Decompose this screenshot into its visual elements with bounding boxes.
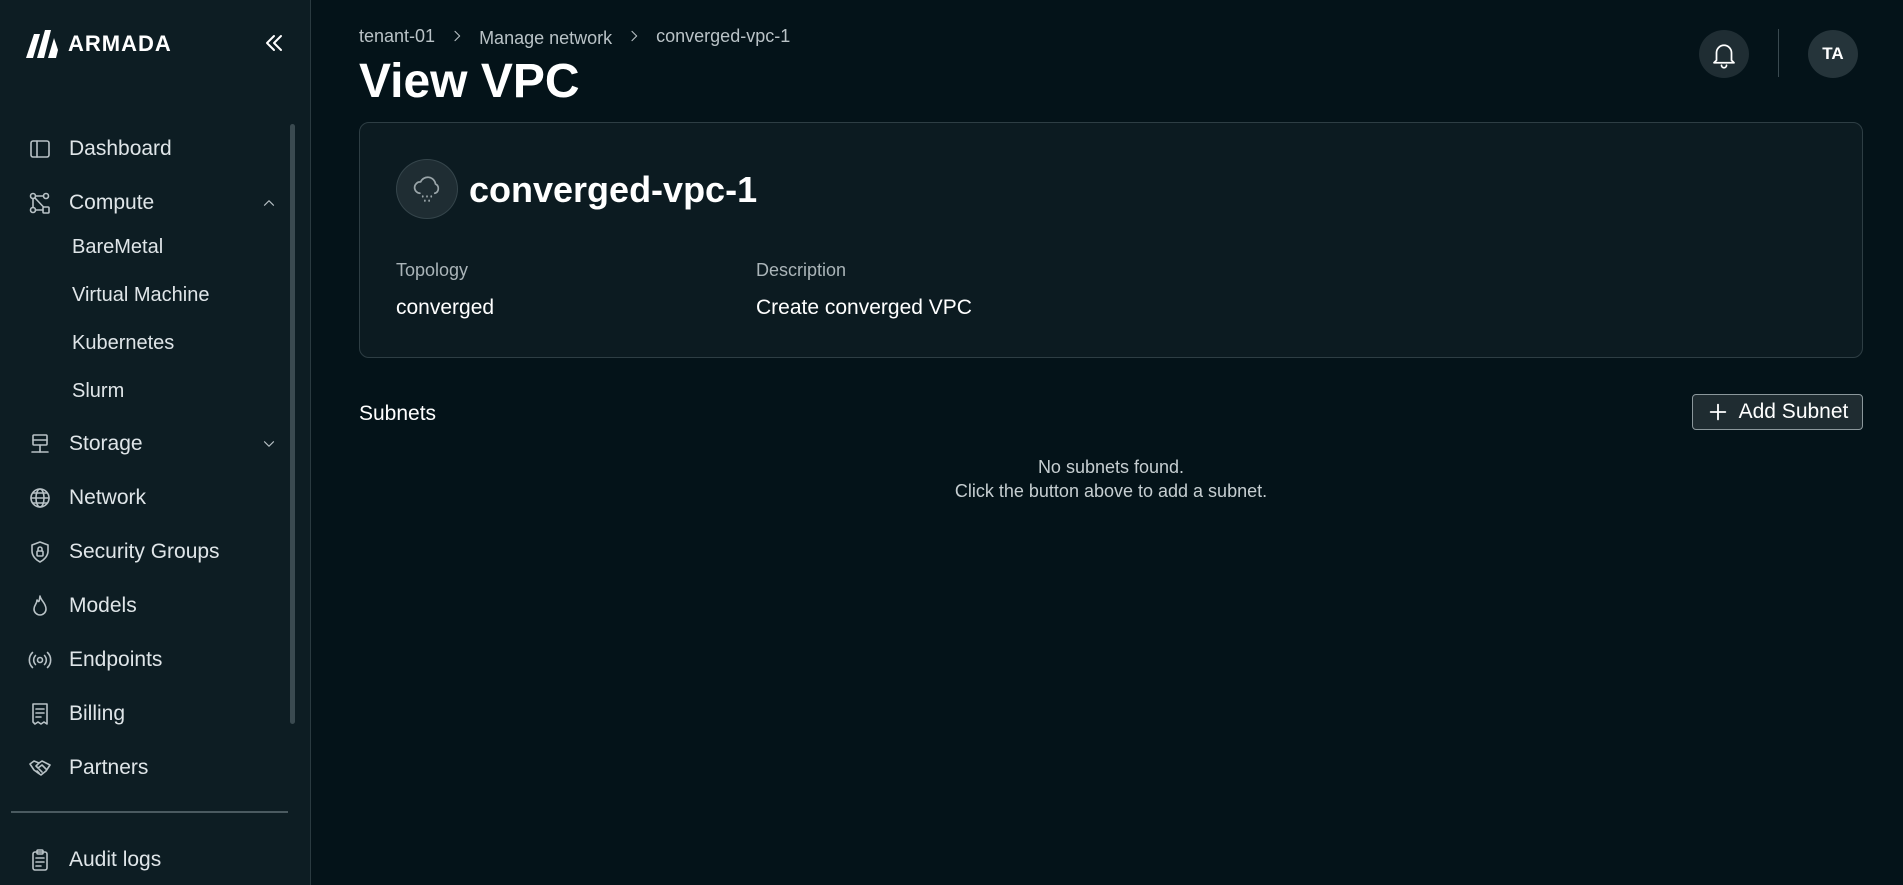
add-subnet-button[interactable]: Add Subnet [1692,394,1863,430]
sidebar-item-storage[interactable]: Storage [0,424,290,464]
sidebar: ARMADA Dashboard Compute BareMetal Virtu… [0,0,311,885]
flame-icon [26,592,54,620]
sidebar-item-security-groups[interactable]: Security Groups [0,532,290,572]
double-chevron-left-icon [266,35,282,51]
handshake-icon [26,754,54,782]
brand[interactable]: ARMADA [24,28,172,60]
sidebar-scrollbar[interactable] [290,124,295,724]
page-title: View VPC [359,55,580,108]
cloud-rain-icon [396,159,458,219]
shield-lock-icon [26,538,54,566]
sidebar-subitem-label: Slurm [72,379,125,402]
bell-icon [1713,44,1735,69]
sidebar-item-partners[interactable]: Partners [0,748,290,788]
avatar[interactable]: TA [1808,30,1858,78]
sidebar-item-label: Storage [69,432,143,455]
chevron-right-icon [449,28,465,44]
sidebar-item-label: Billing [69,702,126,725]
notifications-button[interactable] [1699,30,1749,78]
chevron-down-icon [259,434,279,454]
storage-icon [26,430,54,458]
sidebar-item-label: Audit logs [69,848,162,871]
sidebar-subitem-kubernetes[interactable]: Kubernetes [0,325,290,361]
collapse-sidebar-button[interactable] [259,28,289,58]
sidebar-item-compute[interactable]: Compute [0,183,290,223]
chevron-right-icon [626,28,642,44]
sidebar-subitem-label: BareMetal [72,235,164,258]
broadcast-icon [26,646,54,674]
sidebar-item-billing[interactable]: Billing [0,694,290,734]
sidebar-item-network[interactable]: Network [0,478,290,518]
breadcrumb: tenant-01 Manage network converged-vpc-1 [359,24,790,48]
brand-name: ARMADA [68,31,172,56]
clipboard-icon [26,846,54,874]
empty-state-line-1: No subnets found. [1037,457,1185,477]
breadcrumb-item-manage-network[interactable]: Manage network [479,28,612,49]
description-value: Create converged VPC [756,296,972,319]
description-label: Description [756,260,847,280]
breadcrumb-item-current: converged-vpc-1 [656,25,791,46]
sidebar-item-label: Models [69,594,137,617]
chevron-up-icon [259,193,279,213]
subnets-title: Subnets [359,402,437,425]
sidebar-subitem-baremetal[interactable]: BareMetal [0,229,290,265]
header-divider [1778,29,1779,77]
armada-logo-icon [26,30,58,58]
sidebar-item-label: Endpoints [69,648,163,671]
vpc-details-card: converged-vpc-1 Topology converged Descr… [359,122,1863,358]
sidebar-subitem-label: Kubernetes [72,331,175,354]
subnets-empty-state: No subnets found. Click the button above… [359,455,1863,503]
sidebar-subitem-virtual-machine[interactable]: Virtual Machine [0,277,290,313]
topology-label: Topology [396,260,469,280]
dashboard-icon [26,135,54,163]
sidebar-item-label: Dashboard [69,137,172,160]
sidebar-item-label: Compute [69,191,155,214]
vpc-name: converged-vpc-1 [469,169,758,210]
globe-icon [26,484,54,512]
sidebar-item-label: Security Groups [69,540,220,563]
sidebar-item-dashboard[interactable]: Dashboard [0,129,290,169]
sidebar-item-models[interactable]: Models [0,586,290,626]
add-subnet-label: Add Subnet [1738,400,1849,423]
sidebar-subitem-label: Virtual Machine [72,283,210,306]
sidebar-item-audit-logs[interactable]: Audit logs [0,840,290,880]
receipt-icon [26,700,54,728]
sidebar-subitem-slurm[interactable]: Slurm [0,373,290,409]
compute-icon [26,189,54,217]
topology-value: converged [396,296,495,319]
sidebar-item-label: Network [69,486,147,509]
sidebar-divider [11,811,288,813]
sidebar-item-label: Partners [69,756,149,779]
sidebar-item-endpoints[interactable]: Endpoints [0,640,290,680]
plus-icon [1707,401,1729,423]
breadcrumb-item-tenant[interactable]: tenant-01 [359,26,435,47]
empty-state-line-2: Click the button above to add a subnet. [954,481,1268,501]
